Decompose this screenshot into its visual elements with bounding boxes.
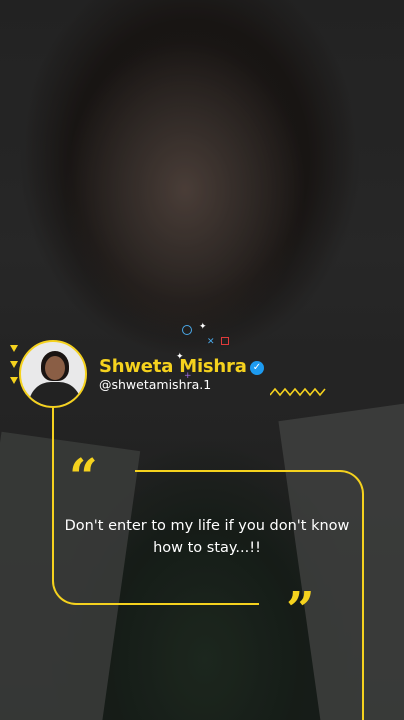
story-canvas: ✦ ✕ ✦ + Shweta Mishra ✓ @shwetamishra.1 … — [0, 0, 404, 720]
profile-name[interactable]: Shweta Mishra — [99, 356, 247, 377]
confetti-square-icon — [221, 337, 229, 345]
verified-badge-icon: ✓ — [250, 361, 264, 375]
frame-line-left — [52, 408, 54, 556]
quote-text: Don't enter to my life if you don't know… — [64, 518, 350, 556]
triangle-marker-icon — [10, 361, 18, 368]
avatar[interactable] — [19, 340, 87, 408]
triangle-marker-icon — [10, 377, 18, 384]
open-quote-icon: “ — [69, 447, 98, 506]
triangle-marker-icon — [10, 345, 18, 352]
confetti-spark-icon: ✦ — [199, 322, 207, 332]
confetti-circle-icon — [182, 325, 192, 335]
confetti-plus-icon: ✕ — [207, 337, 215, 347]
frame-line-top-right — [135, 470, 364, 720]
avatar-face — [45, 356, 65, 380]
zigzag-decoration-icon — [270, 387, 326, 397]
profile-handle[interactable]: @shwetamishra.1 — [99, 377, 211, 392]
close-quote-icon: ” — [286, 580, 315, 639]
avatar-body — [29, 382, 81, 406]
